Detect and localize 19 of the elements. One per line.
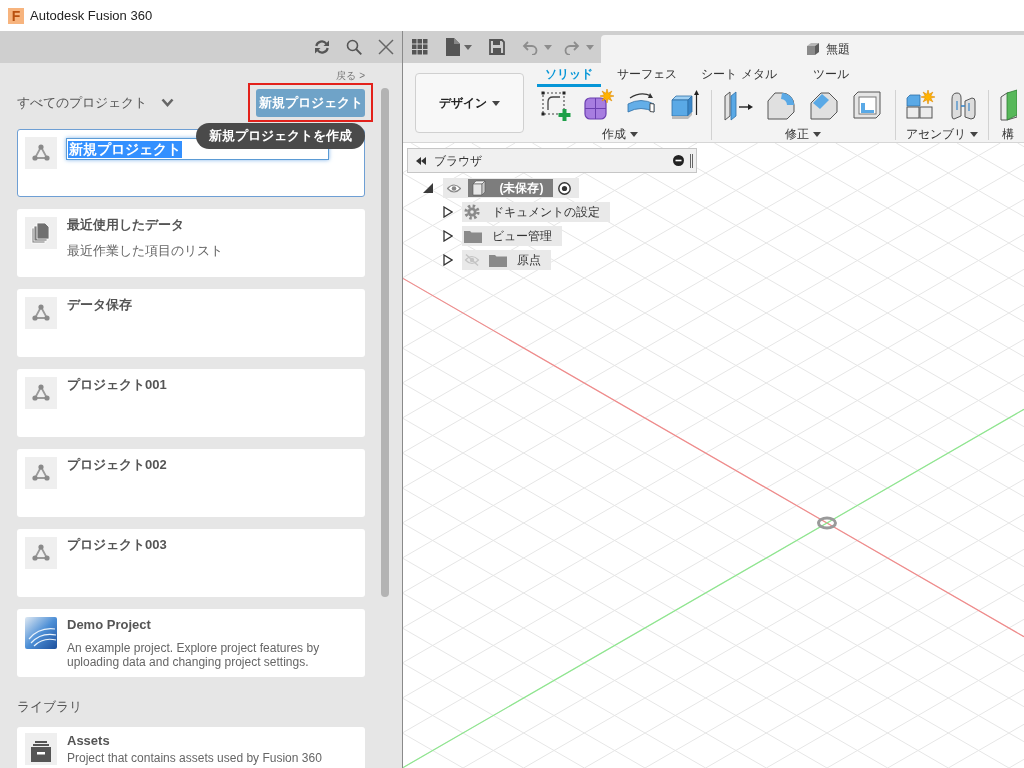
tree-item-label: 原点 [517,252,541,269]
app-logo: F [8,7,24,24]
project-title: 最近使用したデータ [67,217,185,233]
tree-item-label: (未保存) [490,179,553,197]
project-title: データ保存 [67,297,133,313]
project-title: プロジェクト002 [67,457,168,473]
project-description: 最近作業した項目のリスト [67,243,224,259]
project-title: プロジェクト003 [67,537,168,553]
project-title: プロジェクト001 [67,377,168,393]
tree-item-label: ドキュメントの設定 [492,204,600,221]
project-title: Assets [67,733,111,749]
tooltip: 新規プロジェクトを作成 [196,123,365,149]
project-title: Demo Project [67,617,152,633]
project-description: Project that contains assets used by Fusion 360 [67,751,323,765]
tree-item-label: ビュー管理 [492,228,552,245]
panel-title: ブラウザ [434,152,483,170]
project-description: An example project. Explore project features by uploading data and changing project settings. [67,641,321,669]
section-heading: ライブラリ [17,699,83,715]
window-title: Autodesk Fusion 360 [30,6,153,25]
